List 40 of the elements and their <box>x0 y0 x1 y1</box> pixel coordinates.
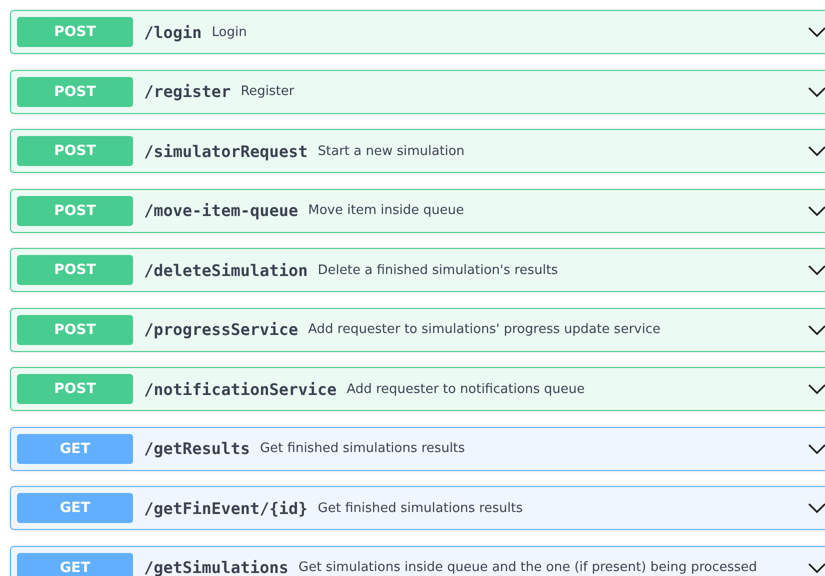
method-badge: POST <box>17 314 133 344</box>
endpoint-summary: Get finished simulations results <box>260 441 466 456</box>
endpoint-summary: Start a new simulation <box>318 144 466 158</box>
operation-row[interactable]: POST /deleteSimulation Delete a finished simulation's results <box>10 248 825 292</box>
method-badge: GET <box>17 434 133 464</box>
operation-row[interactable]: POST /simulatorRequest Start a new simulation <box>10 129 825 173</box>
operation-row[interactable]: POST /move-item-queue Move item inside queue <box>10 188 825 232</box>
operation-row[interactable]: POST /progressService Add requester to simulations' progress update service <box>10 308 825 352</box>
method-badge: POST <box>17 136 133 166</box>
endpoint-path: /getResults <box>144 439 250 458</box>
endpoint-path: /deleteSimulation <box>144 260 308 280</box>
endpoint-path: /progressService <box>144 320 298 339</box>
endpoint-path: /register <box>144 82 231 101</box>
endpoint-path: /getFinEvent/{id} <box>144 498 308 518</box>
endpoint-summary: Get finished simulations results <box>318 500 524 516</box>
operation-row[interactable]: GET /getResults Get finished simulations results <box>10 426 825 470</box>
operation-row[interactable]: POST /login Login <box>10 10 825 54</box>
operation-row[interactable]: GET /getSimulations Get simulations inside queue and the one (if present) being processed <box>10 546 825 576</box>
method-badge: POST <box>17 255 133 285</box>
method-badge: POST <box>17 17 133 47</box>
endpoint-path: /simulatorRequest <box>144 142 308 160</box>
endpoint-summary: Register <box>240 84 296 99</box>
endpoint-summary: Get simulations inside queue and the one (if present) being processed <box>298 560 758 575</box>
operation-row[interactable]: POST /register Register <box>10 70 825 114</box>
method-badge: POST <box>17 196 133 226</box>
endpoint-summary: Delete a finished simulation's results <box>318 262 559 278</box>
method-badge: POST <box>17 374 133 404</box>
endpoint-path: /notificationService <box>144 380 337 398</box>
endpoint-summary: Login <box>212 24 248 40</box>
endpoint-summary: Add requester to simulations' progress update service <box>308 322 662 337</box>
endpoint-path: /move-item-queue <box>144 201 298 220</box>
endpoint-path: /getSimulations <box>144 558 288 576</box>
method-badge: GET <box>17 552 133 576</box>
endpoint-path: /login <box>144 22 202 42</box>
method-badge: GET <box>17 493 133 523</box>
method-badge: POST <box>17 76 133 106</box>
operation-row[interactable]: GET /getFinEvent/{id} Get finished simulations results <box>10 486 825 530</box>
endpoint-summary: Move item inside queue <box>308 203 465 218</box>
operation-row[interactable]: POST /notificationService Add requester to notifications queue <box>10 367 825 411</box>
endpoint-summary: Add requester to notifications queue <box>346 382 586 396</box>
